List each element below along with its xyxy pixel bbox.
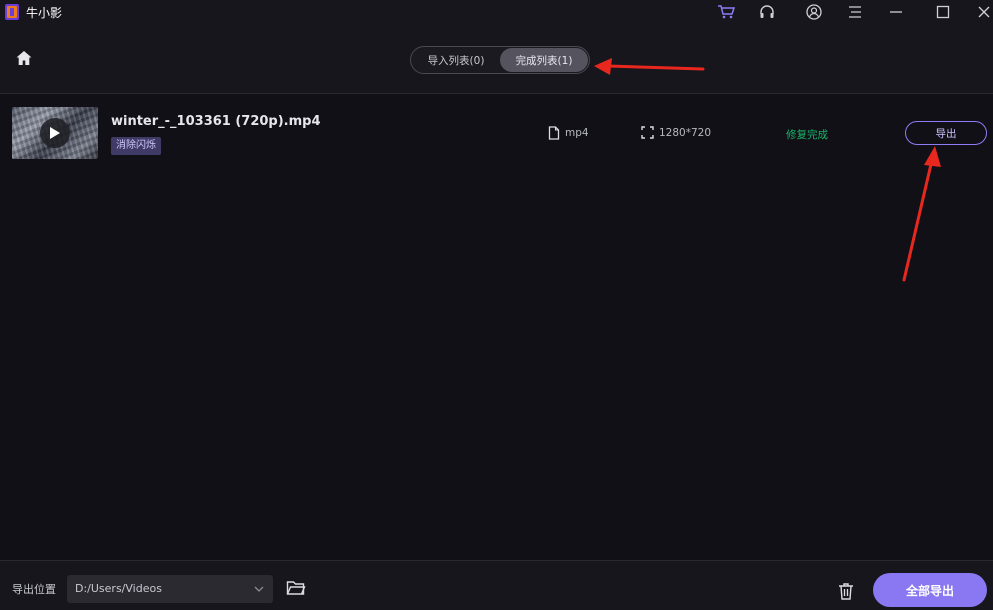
minimize-icon[interactable] bbox=[886, 2, 906, 22]
chevron-down-icon bbox=[254, 586, 264, 592]
user-icon[interactable] bbox=[804, 2, 824, 22]
maximize-icon[interactable] bbox=[933, 2, 953, 22]
close-icon[interactable] bbox=[974, 2, 993, 22]
tab-import-list[interactable]: 导入列表(0) bbox=[413, 48, 499, 72]
home-icon[interactable] bbox=[14, 48, 34, 68]
export-all-button[interactable]: 全部导出 bbox=[873, 573, 987, 607]
effect-tag: 消除闪烁 bbox=[111, 137, 161, 155]
header-bar: 导入列表(0) 完成列表(1) bbox=[0, 24, 993, 94]
tab-completed-list[interactable]: 完成列表(1) bbox=[500, 48, 588, 72]
status-label: 修复完成 bbox=[786, 129, 828, 141]
headset-icon[interactable] bbox=[757, 2, 777, 22]
play-button[interactable] bbox=[40, 118, 70, 148]
annotation-arrow-export bbox=[902, 146, 941, 282]
file-format: mp4 bbox=[548, 126, 589, 140]
export-path-select[interactable]: D:/Users/Videos bbox=[67, 575, 273, 603]
trash-icon[interactable] bbox=[836, 581, 856, 601]
list-tabs: 导入列表(0) 完成列表(1) bbox=[410, 46, 590, 74]
folder-icon[interactable] bbox=[286, 579, 306, 597]
format-label: mp4 bbox=[565, 127, 589, 139]
play-icon bbox=[50, 127, 60, 139]
export-path-value: D:/Users/Videos bbox=[75, 582, 162, 595]
export-location-label: 导出位置 bbox=[12, 583, 56, 596]
app-logo-icon bbox=[5, 4, 19, 20]
file-name: winter_-_103361 (720p).mp4 bbox=[111, 114, 321, 129]
cart-icon[interactable] bbox=[716, 2, 736, 22]
file-resolution: 1280*720 bbox=[641, 126, 711, 139]
video-thumbnail[interactable] bbox=[12, 107, 98, 159]
resolution-label: 1280*720 bbox=[659, 126, 712, 139]
resolution-icon bbox=[641, 126, 654, 139]
menu-icon[interactable] bbox=[845, 2, 865, 22]
file-icon bbox=[548, 126, 560, 140]
app-title: 牛小影 bbox=[26, 6, 63, 20]
title-bar: 牛小影 bbox=[0, 0, 993, 24]
export-button[interactable]: 导出 bbox=[905, 121, 987, 145]
footer-bar: 导出位置 D:/Users/Videos 全部导出 bbox=[0, 560, 993, 610]
